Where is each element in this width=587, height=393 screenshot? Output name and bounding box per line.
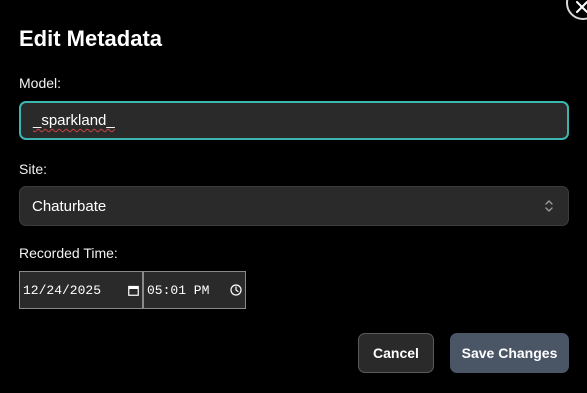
dialog-title: Edit Metadata — [19, 26, 163, 51]
time-input-value: 05:01 PM — [147, 282, 210, 298]
site-select-value: Chaturbate — [32, 197, 107, 215]
close-icon — [576, 0, 587, 13]
model-input-value: _sparkland_ — [33, 112, 115, 129]
clock-icon[interactable] — [230, 284, 242, 296]
save-changes-button[interactable]: Save Changes — [450, 333, 569, 373]
close-button[interactable] — [566, 0, 587, 20]
calendar-icon[interactable] — [128, 285, 139, 296]
cancel-button[interactable]: Cancel — [358, 333, 434, 373]
chevron-up-down-icon — [544, 198, 554, 214]
date-input[interactable]: 12/24/2025 — [19, 271, 143, 309]
model-label: Model: — [19, 75, 62, 91]
site-label: Site: — [19, 161, 48, 177]
time-input[interactable]: 05:01 PM — [143, 271, 246, 309]
site-select[interactable]: Chaturbate — [19, 186, 569, 226]
model-input[interactable]: _sparkland_ — [19, 101, 569, 140]
edit-metadata-dialog: Edit Metadata Model: _sparkland_ Site: C… — [0, 0, 587, 393]
recorded-time-label: Recorded Time: — [19, 245, 118, 261]
date-input-value: 12/24/2025 — [23, 282, 102, 298]
